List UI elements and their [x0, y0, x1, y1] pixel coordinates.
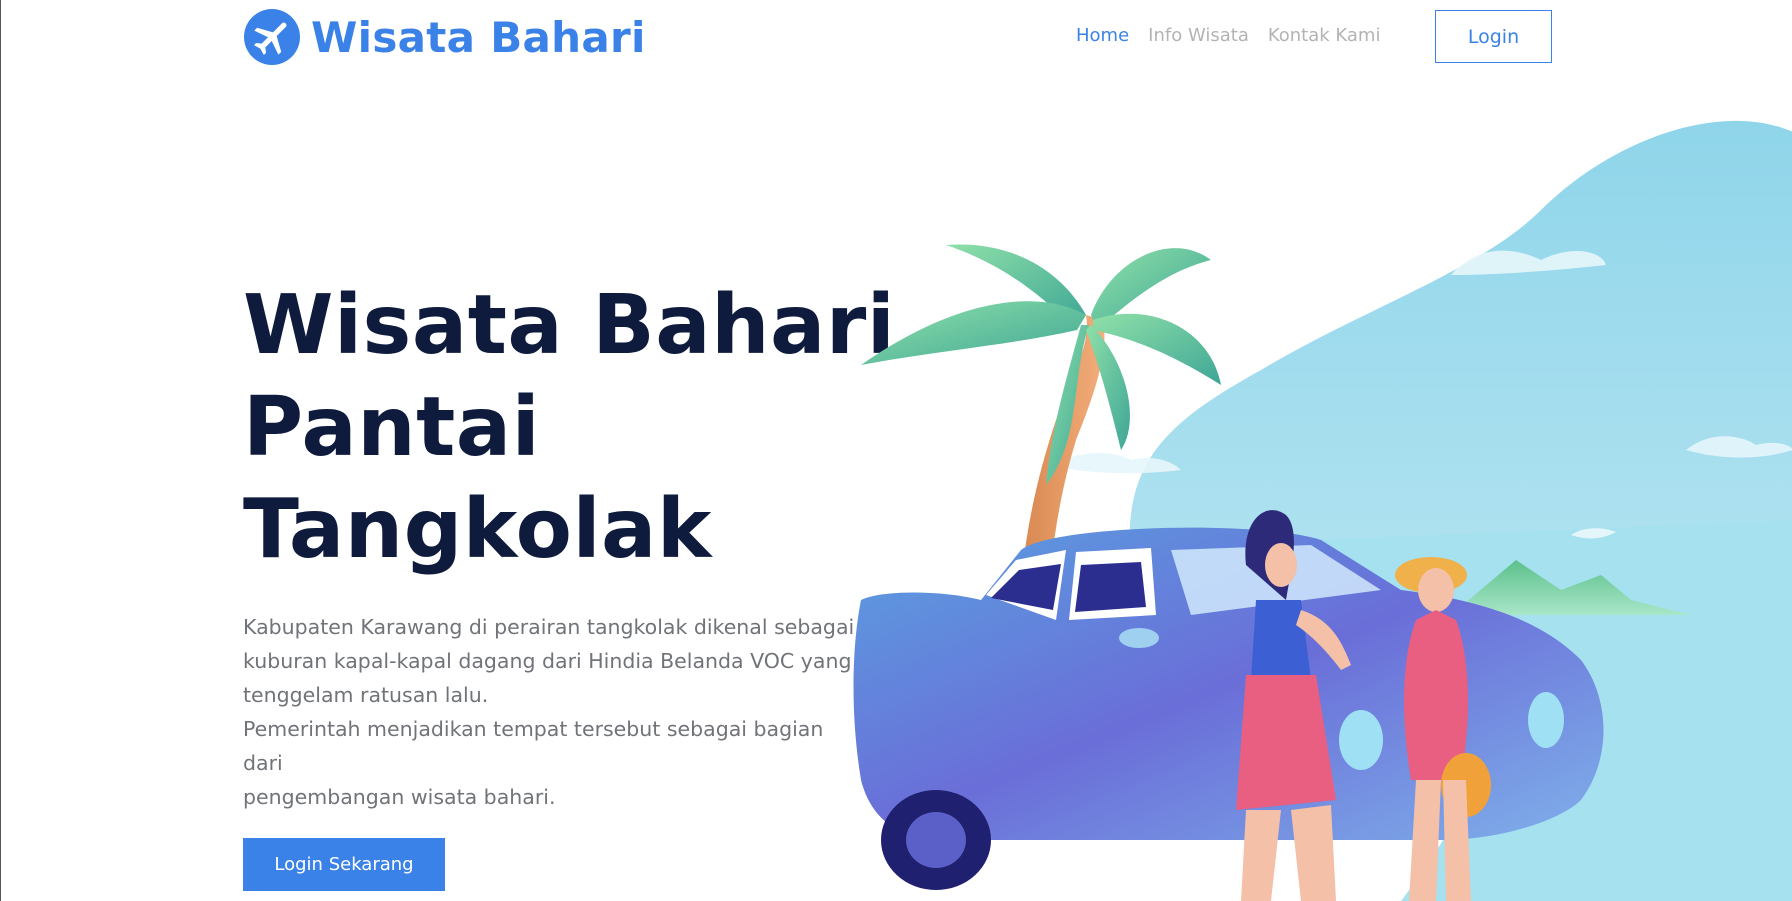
hero-description-line: kuburan kapal-kapal dagang dari Hindia B… — [243, 649, 852, 673]
main-nav: Home Info Wisata Kontak Kami — [1076, 25, 1380, 46]
nav-item-kontak-kami[interactable]: Kontak Kami — [1268, 25, 1381, 46]
login-button[interactable]: Login — [1435, 10, 1552, 63]
hero-description-line: tenggelam ratusan lalu. — [243, 683, 489, 707]
hero-description: Kabupaten Karawang di perairan tangkolak… — [243, 610, 863, 814]
hero-title-line: Wisata Bahari — [243, 278, 896, 373]
navbar: Wisata Bahari Home Info Wisata Kontak Ka… — [1, 0, 1792, 80]
hero-description-line: Kabupaten Karawang di perairan tangkolak… — [243, 615, 855, 639]
nav-item-home[interactable]: Home — [1076, 25, 1129, 46]
login-now-button[interactable]: Login Sekarang — [243, 838, 445, 891]
hero-title: Wisata Bahari Pantai Tangkolak — [243, 275, 895, 581]
beach-illustration — [853, 120, 1792, 901]
airplane-icon — [244, 9, 300, 65]
hero-description-line: Pemerintah menjadikan tempat tersebut se… — [243, 717, 824, 775]
nav-item-info-wisata[interactable]: Info Wisata — [1148, 25, 1249, 46]
brand-link[interactable]: Wisata Bahari — [243, 8, 646, 66]
page: Wisata Bahari Home Info Wisata Kontak Ka… — [0, 0, 1792, 901]
hero-title-line: Tangkolak — [243, 482, 712, 577]
hero-title-line: Pantai — [243, 380, 541, 475]
hero-description-line: pengembangan wisata bahari. — [243, 785, 556, 809]
brand-name: Wisata Bahari — [311, 12, 646, 62]
